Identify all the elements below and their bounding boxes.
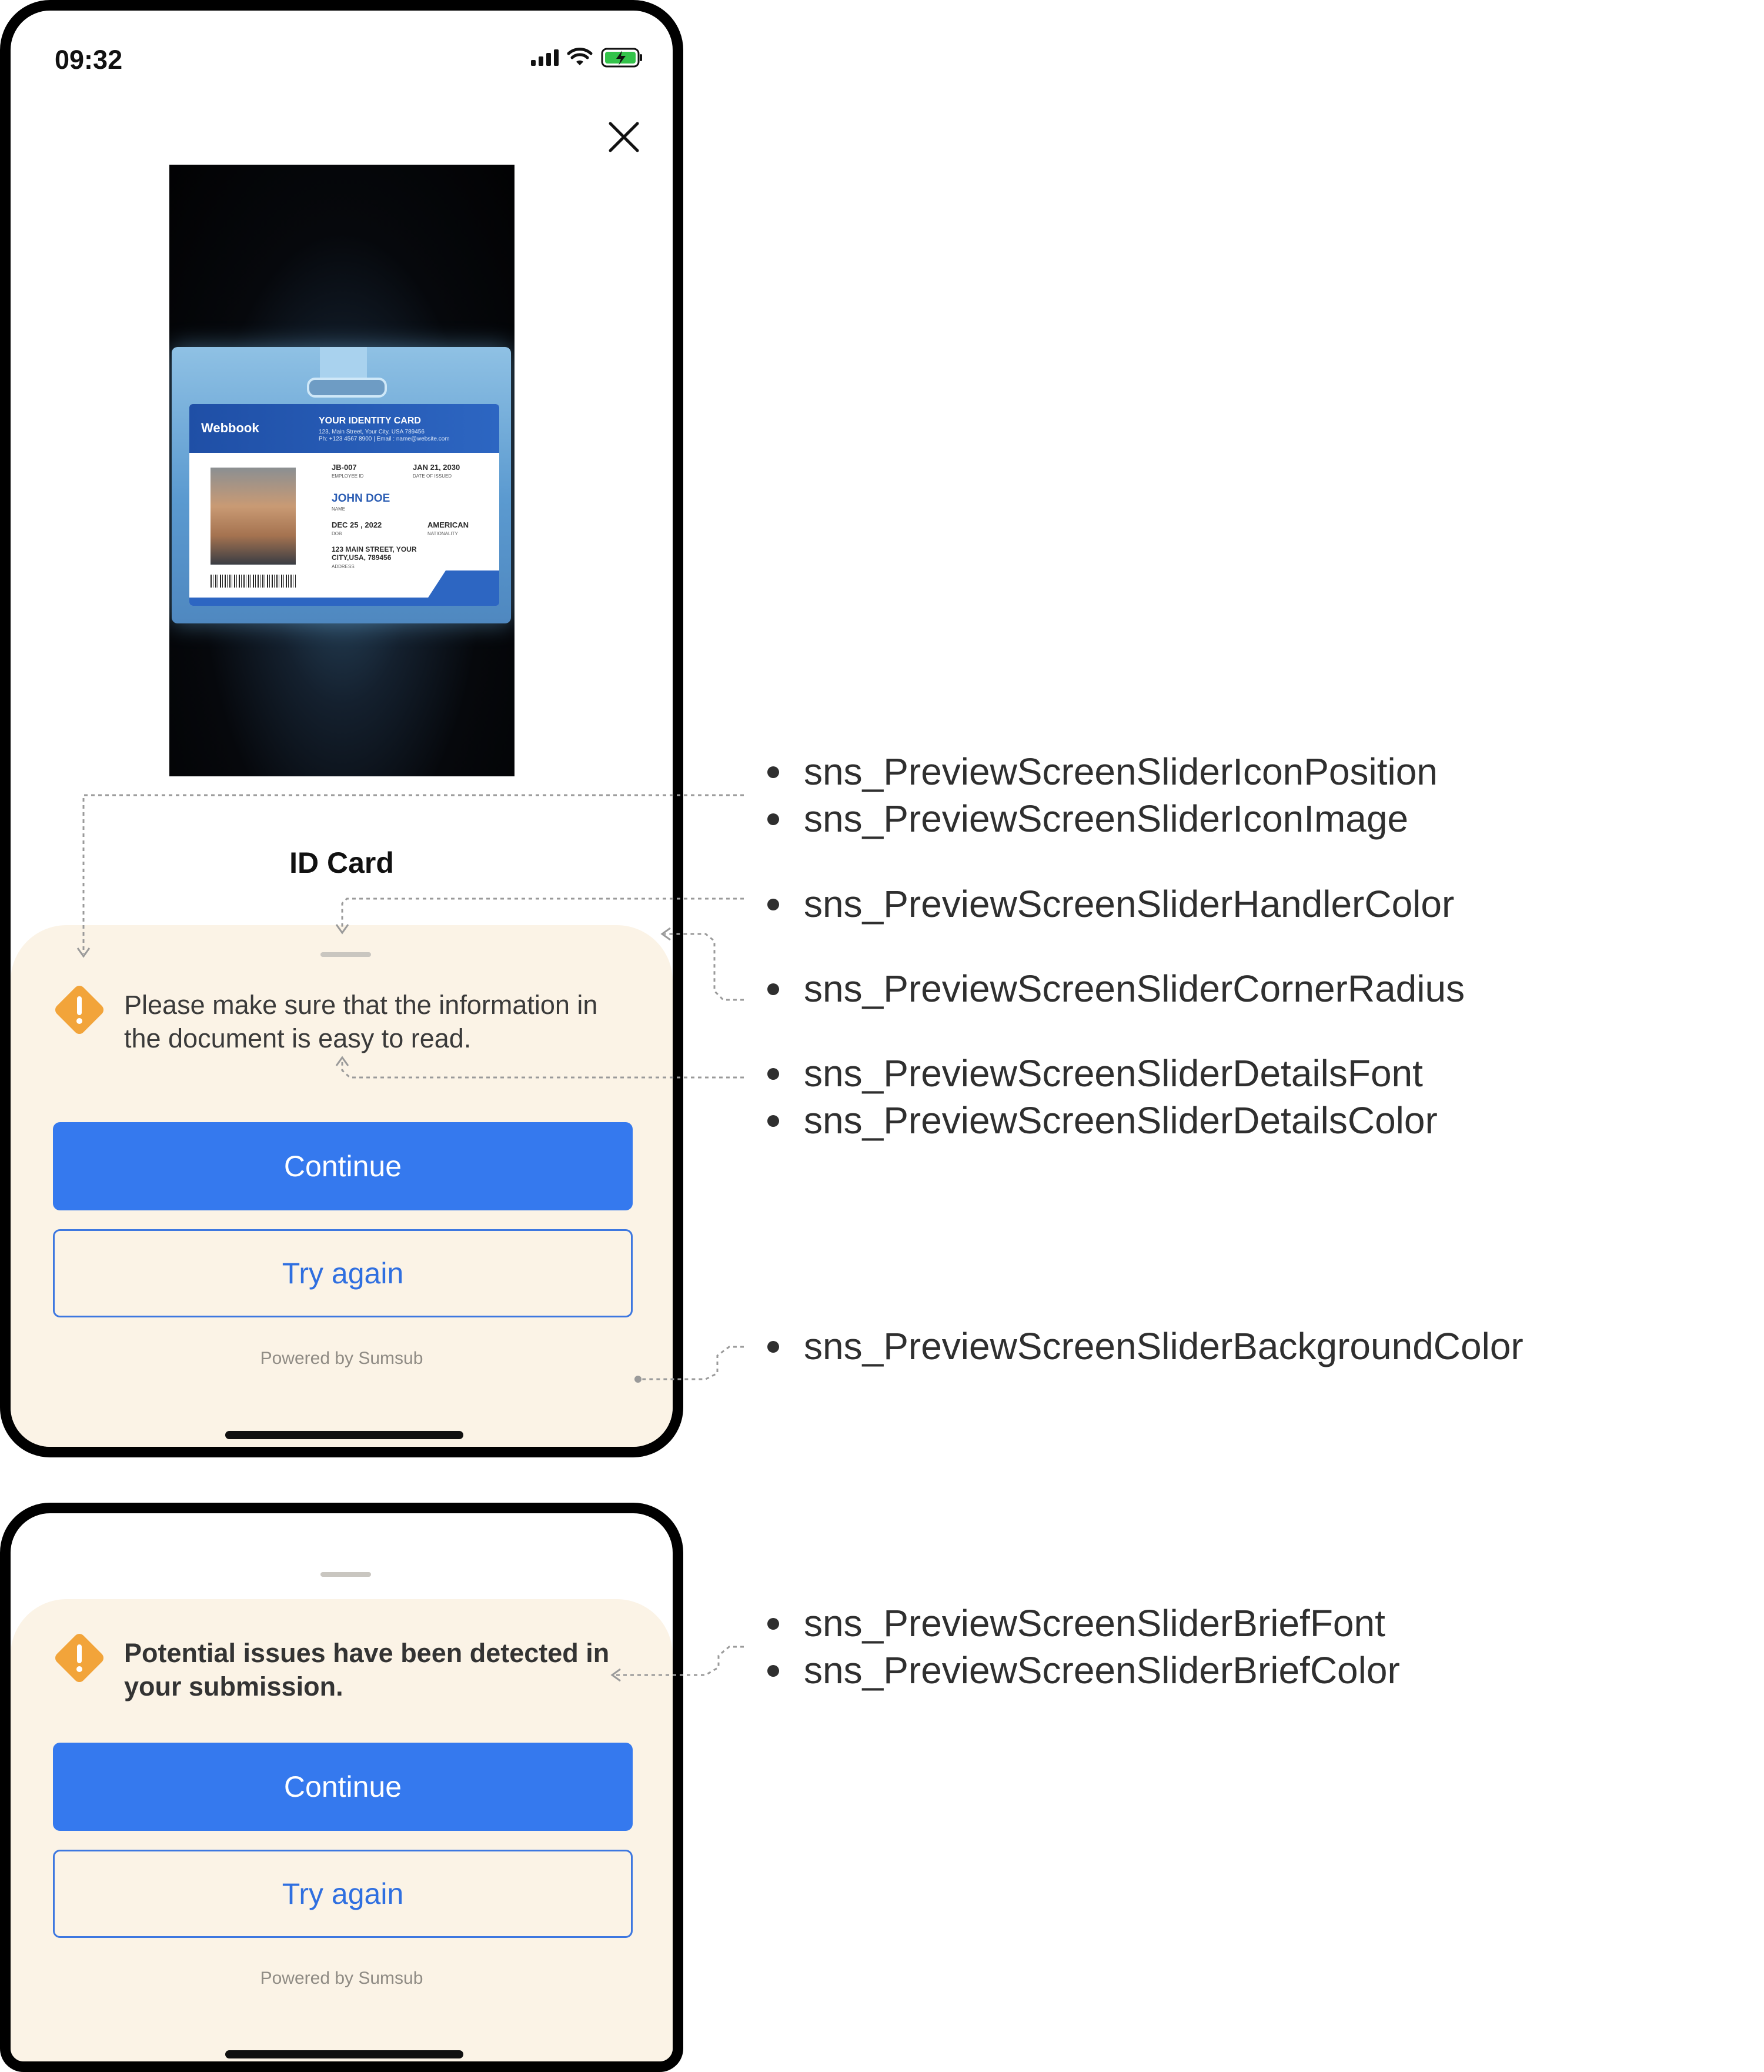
warning-icon [55, 1634, 103, 1682]
annotation-handler-color: sns_PreviewScreenSliderHandlerColor [767, 882, 1454, 926]
annotation-brief-font: sns_PreviewScreenSliderBriefFont [767, 1601, 1385, 1645]
card-nationality: AMERICAN [427, 520, 469, 529]
phone-preview-details: 09:32 Webbook YOUR IDENTITY CARD 123, Ma… [0, 0, 683, 1457]
card-title: YOUR IDENTITY CARD [319, 416, 421, 426]
card-dob: DEC 25 , 2022 [332, 520, 382, 529]
home-indicator [225, 1431, 463, 1439]
try-again-button[interactable]: Try again [53, 1850, 633, 1938]
annotation-icon-image: sns_PreviewScreenSliderIconImage [767, 797, 1408, 840]
card-issue-date: JAN 21, 2030 [413, 463, 460, 472]
annotation-corner-radius: sns_PreviewScreenSliderCornerRadius [767, 967, 1465, 1010]
card-logo: Webbook [201, 421, 259, 435]
card-portrait [211, 468, 296, 565]
slider-handler[interactable] [320, 952, 371, 957]
battery-charging-icon [601, 48, 642, 68]
status-icons [531, 47, 643, 68]
annotation-details-color: sns_PreviewScreenSliderDetailsColor [767, 1099, 1438, 1142]
home-indicator [225, 2050, 463, 2058]
annotation-background-color: sns_PreviewScreenSliderBackgroundColor [767, 1324, 1524, 1368]
card-employee-id: JB-007 [332, 463, 357, 472]
id-card: Webbook YOUR IDENTITY CARD 123, Main Str… [189, 404, 499, 606]
slider-handler[interactable] [320, 1572, 371, 1577]
card-name: JOHN DOE [332, 492, 390, 505]
preview-slider: Potential issues have been detected in y… [11, 1599, 673, 2061]
powered-by: Powered by Sumsub [260, 1968, 423, 1988]
annotation-brief-color: sns_PreviewScreenSliderBriefColor [767, 1649, 1400, 1692]
card-barcode [211, 575, 296, 588]
slider-details-text: Please make sure that the information in… [124, 990, 598, 1053]
signal-icon [531, 49, 559, 66]
powered-by: Powered by Sumsub [260, 1349, 423, 1368]
close-icon[interactable] [603, 116, 644, 158]
annotation-icon-position: sns_PreviewScreenSliderIconPosition [767, 750, 1438, 793]
continue-button[interactable]: Continue [53, 1122, 633, 1210]
card-address: 123 MAIN STREET, YOUR CITY,USA, 789456 [332, 545, 417, 562]
status-time: 09:32 [55, 45, 123, 75]
preview-slider: Please make sure that the information in… [11, 925, 673, 1447]
warning-icon [55, 986, 103, 1034]
wifi-icon [567, 48, 593, 65]
try-again-button[interactable]: Try again [53, 1229, 633, 1317]
id-card-holder: Webbook YOUR IDENTITY CARD 123, Main Str… [172, 347, 511, 623]
phone-preview-brief: Potential issues have been detected in y… [0, 1503, 683, 2072]
annotation-details-font: sns_PreviewScreenSliderDetailsFont [767, 1052, 1423, 1095]
continue-button[interactable]: Continue [53, 1743, 633, 1831]
document-title: ID Card [289, 846, 394, 879]
card-contact: 123, Main Street, Your City, USA 789456 … [319, 429, 450, 442]
slider-brief-text: Potential issues have been detected in y… [124, 1638, 610, 1701]
document-photo: Webbook YOUR IDENTITY CARD 123, Main Str… [169, 165, 514, 776]
